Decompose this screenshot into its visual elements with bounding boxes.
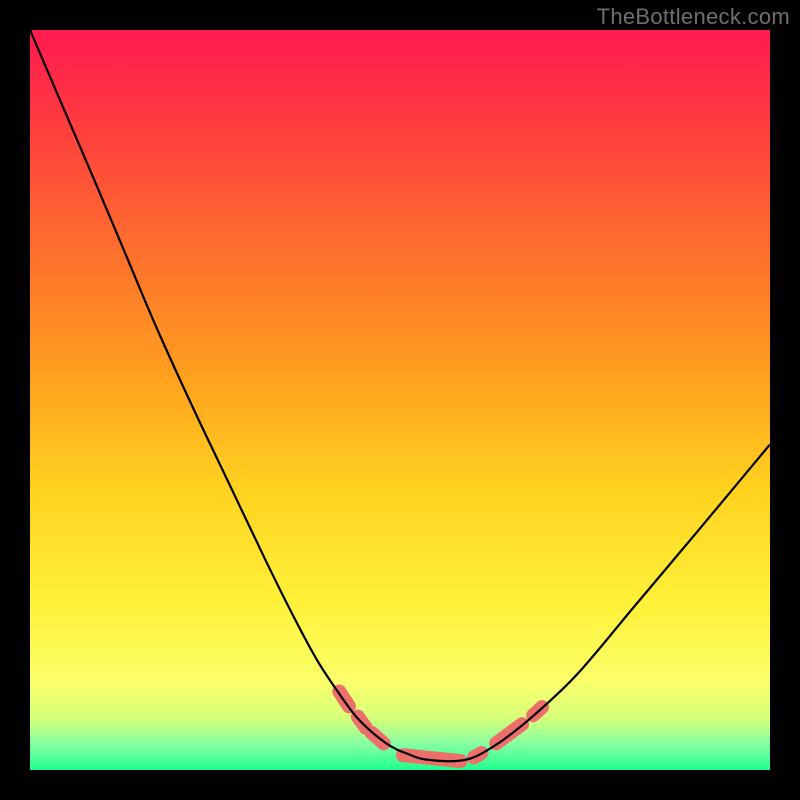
gradient-background (30, 30, 770, 770)
chart-svg (30, 30, 770, 770)
watermark-text: TheBottleneck.com (597, 4, 790, 30)
outer-frame: TheBottleneck.com (0, 0, 800, 800)
plot-area (30, 30, 770, 770)
